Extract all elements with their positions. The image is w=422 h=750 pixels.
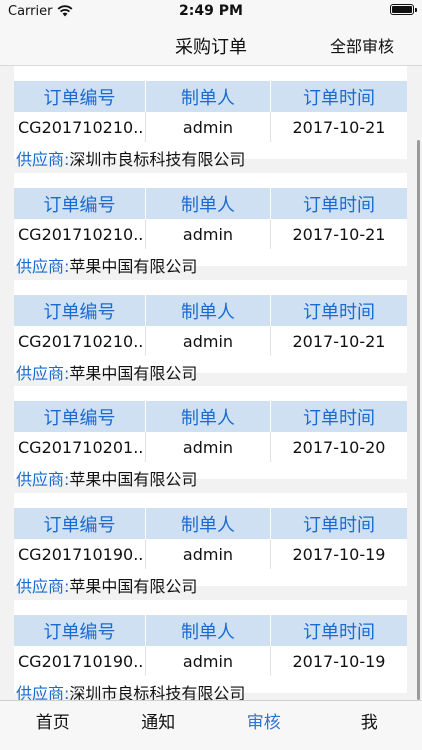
order-row: CG201710210... admin 2017-10-21: [14, 326, 407, 356]
order-row: CG201710201... admin 2017-10-20: [14, 432, 407, 462]
order-card-header: 订单编号 制单人 订单时间: [14, 508, 407, 539]
order-card[interactable]: 订单编号 制单人 订单时间 CG201710210... admin 2017-…: [14, 173, 407, 276]
supplier-name: 苹果中国有限公司: [69, 257, 198, 276]
tab-bar: 首页 通知 审核我: [0, 700, 422, 750]
status-bar: 2:49 PM Carrier: [0, 0, 422, 22]
order-time: 2017-10-19: [292, 651, 386, 671]
creator-header: 制单人: [146, 401, 271, 432]
creator: admin: [146, 539, 271, 569]
order-time: 2017-10-21: [292, 224, 386, 244]
order-time: 2017-10-20: [292, 437, 386, 457]
order-card[interactable]: 订单编号 制单人 订单时间 CG201710201... admin 2017-…: [14, 386, 407, 489]
creator: admin: [146, 219, 271, 249]
supplier-label: 供应商:: [16, 577, 70, 596]
order-card-header: 订单编号 制单人 订单时间: [14, 401, 407, 432]
supplier-name: 深圳市良标科技有限公司: [69, 684, 246, 700]
creator-header: 制单人: [146, 295, 271, 326]
order-no: CG201710210...: [14, 326, 146, 356]
order-time-header: 订单时间: [303, 301, 375, 323]
supplier-line: 供应商:苹果中国有限公司: [16, 573, 197, 597]
supplier-name: 苹果中国有限公司: [69, 470, 198, 489]
order-row: CG201710190... admin 2017-10-19: [14, 646, 407, 676]
status-carrier-group: Carrier: [8, 4, 73, 19]
order-time: 2017-10-19: [292, 544, 386, 564]
order-time: 2017-10-21: [292, 117, 386, 137]
order-card-header: 订单编号 制单人 订单时间: [14, 81, 407, 112]
order-time-header: 订单时间: [303, 407, 375, 429]
order-no-header: 订单编号: [14, 508, 146, 539]
order-card-header: 订单编号 制单人 订单时间: [14, 615, 407, 646]
order-card[interactable]: 订单编号 制单人 订单时间 CG201710210... admin 2017-…: [14, 66, 407, 169]
order-row: CG201710210... admin 2017-10-21: [14, 112, 407, 142]
order-time-header: 订单时间: [303, 514, 375, 536]
order-no: CG201710210...: [14, 219, 146, 249]
tab-item[interactable]: 首页: [0, 701, 106, 750]
approve-all-button[interactable]: 全部审核: [330, 33, 394, 57]
order-card[interactable]: 订单编号 制单人 订单时间 CG201710190... admin 2017-…: [14, 493, 407, 596]
supplier-label: 供应商:: [16, 150, 70, 169]
supplier-line: 供应商:苹果中国有限公司: [16, 360, 197, 384]
navigation-bar: 采购订单 全部审核: [0, 22, 422, 66]
supplier-line: 供应商:深圳市良标科技有限公司: [16, 680, 245, 700]
supplier-line: 供应商:苹果中国有限公司: [16, 253, 197, 277]
creator-header: 制单人: [146, 188, 271, 219]
order-list[interactable]: 订单编号 制单人 订单时间 CG201710190... admin 2017-…: [0, 66, 422, 700]
carrier-label: Carrier: [8, 3, 53, 19]
order-no-header: 订单编号: [14, 615, 146, 646]
battery-icon: [390, 4, 417, 15]
order-time-header: 订单时间: [303, 621, 375, 643]
order-no-header: 订单编号: [14, 81, 146, 112]
creator: admin: [146, 326, 271, 356]
order-no: CG201710210...: [14, 112, 146, 142]
order-row: CG201710190... admin 2017-10-19: [14, 539, 407, 569]
order-card-header: 订单编号 制单人 订单时间: [14, 295, 407, 326]
order-card-header: 订单编号 制单人 订单时间: [14, 188, 407, 219]
supplier-name: 苹果中国有限公司: [69, 577, 198, 596]
tab-item[interactable]: 我: [317, 701, 422, 750]
creator: admin: [146, 432, 271, 462]
supplier-label: 供应商:: [16, 364, 70, 383]
creator-header: 制单人: [146, 508, 271, 539]
wifi-icon: [58, 5, 73, 17]
supplier-label: 供应商:: [16, 257, 70, 276]
order-row: CG201710210... admin 2017-10-21: [14, 219, 407, 249]
tab-item[interactable]: 审核: [211, 701, 317, 750]
order-card[interactable]: 订单编号 制单人 订单时间 CG201710190... admin 2017-…: [14, 600, 407, 700]
supplier-name: 苹果中国有限公司: [69, 364, 198, 383]
order-time-header: 订单时间: [303, 194, 375, 216]
supplier-label: 供应商:: [16, 470, 70, 489]
creator-header: 制单人: [146, 615, 271, 646]
creator: admin: [146, 646, 271, 676]
order-no: CG201710190...: [14, 539, 146, 569]
order-time-header: 订单时间: [303, 87, 375, 109]
scroll-indicator: [417, 140, 420, 700]
creator: admin: [146, 112, 271, 142]
order-card[interactable]: 订单编号 制单人 订单时间 CG201710210... admin 2017-…: [14, 280, 407, 383]
supplier-line: 供应商:深圳市良标科技有限公司: [16, 146, 245, 170]
order-time: 2017-10-21: [292, 331, 386, 351]
order-no: CG201710190...: [14, 646, 146, 676]
order-no-header: 订单编号: [14, 188, 146, 219]
supplier-label: 供应商:: [16, 684, 70, 700]
supplier-line: 供应商:苹果中国有限公司: [16, 466, 197, 490]
tab-item[interactable]: 通知: [106, 701, 212, 750]
order-no-header: 订单编号: [14, 401, 146, 432]
supplier-name: 深圳市良标科技有限公司: [69, 150, 246, 169]
order-no-header: 订单编号: [14, 295, 146, 326]
creator-header: 制单人: [146, 81, 271, 112]
order-no: CG201710201...: [14, 432, 146, 462]
